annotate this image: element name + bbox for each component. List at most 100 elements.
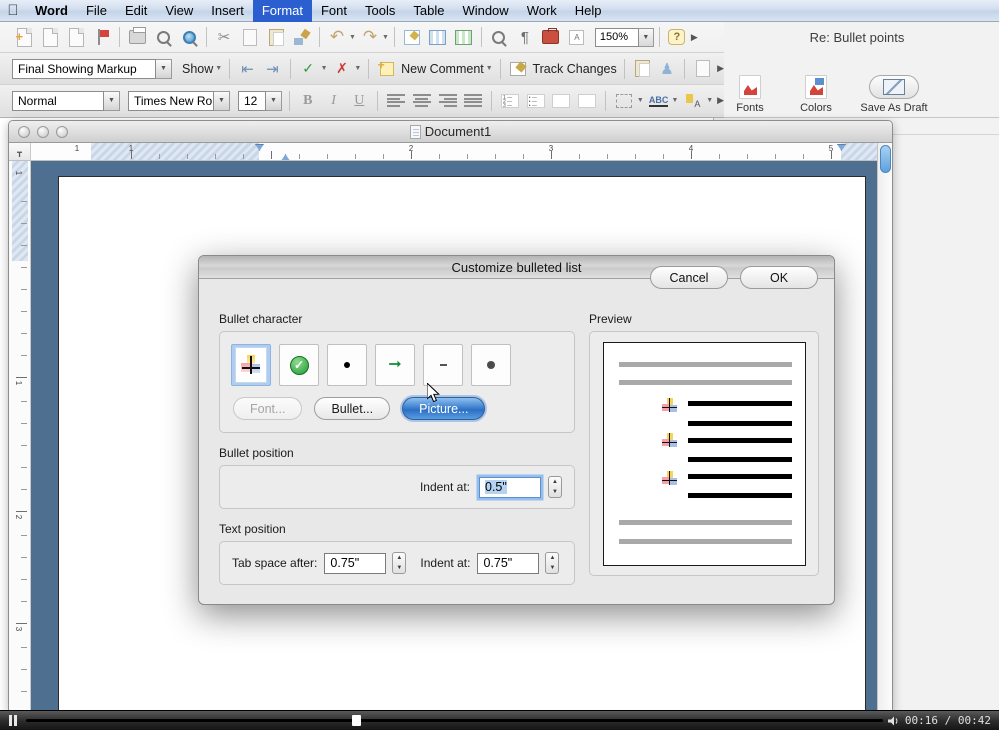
new-document-icon[interactable]: + [12,25,36,49]
accept-change-icon[interactable]: ✓ [298,57,319,81]
dash-bullet-swatch[interactable] [423,344,463,386]
font-value[interactable]: Times New Ro [128,90,214,111]
text-indent-input[interactable]: 0.75" [477,552,540,574]
share-icon[interactable] [692,57,713,81]
scrubber-thumb[interactable] [351,715,361,726]
hanging-indent-marker[interactable] [281,154,290,160]
document-title-bar[interactable]: Document1 [9,121,892,143]
tab-stop-selector[interactable]: ┳ [9,143,31,160]
font-size-value[interactable]: 12 [238,90,266,111]
increase-indent-icon[interactable] [576,89,598,113]
video-control-bar[interactable]: 00:16 / 00:42 [0,710,999,730]
menu-item-font[interactable]: Font [312,0,356,22]
redo-dropdown-icon[interactable]: ▼ [382,34,389,41]
formatting-palette-icon[interactable]: A [565,25,589,49]
menu-item-work[interactable]: Work [518,0,566,22]
comment-icon[interactable] [376,57,397,81]
dot-bullet-swatch[interactable] [327,344,367,386]
insert-table-icon[interactable] [426,25,450,49]
mail-save-draft-button[interactable]: Save As Draft [852,72,936,114]
display-for-review-caret-icon[interactable]: ▼ [156,58,172,79]
next-change-icon[interactable]: ⇥ [262,57,283,81]
vertical-ruler[interactable]: 1 1 2 3 [9,161,31,711]
reject-caret-icon[interactable]: ▼ [354,65,361,72]
borders-caret-icon[interactable]: ▼ [637,97,644,104]
customize-bulleted-list-dialog[interactable]: Customize bulleted list Bullet character… [198,255,835,605]
document-vertical-scrollbar[interactable] [877,143,892,711]
previous-change-icon[interactable]: ⇤ [237,57,258,81]
show-menu[interactable]: Show [182,62,213,76]
apple-menu[interactable]:  [0,3,26,18]
display-for-review-value[interactable]: Final Showing Markup [12,58,156,79]
ruler-track[interactable]: 1 2 3 4 5 1 [31,143,879,160]
style-value[interactable]: Normal [12,90,104,111]
reject-change-icon[interactable]: ✗ [332,57,353,81]
paste-icon[interactable] [264,25,288,49]
font-size-caret-icon[interactable]: ▼ [266,90,282,111]
cancel-button[interactable]: Cancel [650,266,728,289]
style-caret-icon[interactable]: ▼ [104,90,120,111]
zoom-control[interactable]: 150% ▼ [594,27,654,47]
bullet-indent-input[interactable]: 0.5" [479,476,541,498]
new-comment-caret-icon[interactable]: ▼ [486,65,493,72]
copy-icon[interactable] [238,25,262,49]
horizontal-ruler[interactable]: ┳ 1 2 3 4 5 1 [9,143,892,161]
bullet-button[interactable]: Bullet... [314,397,391,420]
menu-item-edit[interactable]: Edit [116,0,156,22]
style-combo[interactable]: Normal ▼ [12,90,120,111]
scrollbar-thumb[interactable] [880,145,891,173]
reviewing-overflow-icon[interactable]: ▶ [717,63,724,74]
menu-item-file[interactable]: File [77,0,116,22]
drawing-icon[interactable] [400,25,424,49]
undo-dropdown-icon[interactable]: ▼ [349,34,356,41]
font-button[interactable]: Font... [233,397,303,420]
menu-item-help[interactable]: Help [566,0,611,22]
new-comment-button[interactable]: New Comment [401,62,484,76]
zoom-value[interactable]: 150% [594,27,639,47]
reviewer-icon[interactable]: ♟ [657,57,678,81]
help-icon[interactable]: ? [665,25,689,49]
cut-icon[interactable]: ✂ [212,25,236,49]
menu-item-table[interactable]: Table [404,0,453,22]
align-justify-icon[interactable] [462,89,484,113]
font-size-combo[interactable]: 12 ▼ [238,90,282,111]
columns-icon[interactable] [452,25,476,49]
arrow-bullet-swatch[interactable]: ➞ [375,344,415,386]
align-left-icon[interactable] [385,89,407,113]
menu-item-word[interactable]: Word [26,0,77,22]
open-document-icon[interactable] [38,25,62,49]
picture-button[interactable]: Picture... [402,397,486,420]
circle-bullet-swatch[interactable] [471,344,511,386]
show-paragraph-marks-icon[interactable]: ¶ [513,25,537,49]
video-scrubber[interactable] [26,711,883,730]
display-for-review-combo[interactable]: Final Showing Markup ▼ [12,58,172,79]
ok-button[interactable]: OK [740,266,818,289]
menu-item-tools[interactable]: Tools [356,0,404,22]
font-caret-icon[interactable]: ▼ [214,90,230,111]
menu-item-view[interactable]: View [156,0,202,22]
send-to-mail-icon[interactable] [632,57,653,81]
navigation-pane-icon[interactable] [487,25,511,49]
numbered-list-icon[interactable]: 1 —2 —3 — [499,89,521,113]
mail-fonts-button[interactable]: Fonts [720,72,780,114]
undo-icon[interactable]: ↶ [325,25,349,49]
zoom-dropdown-icon[interactable]: ▼ [638,27,654,47]
tab-space-input[interactable]: 0.75" [324,552,387,574]
text-indent-stepper[interactable]: ▲ ▼ [545,552,560,574]
borders-icon[interactable] [613,89,635,113]
checkmark-bullet-swatch[interactable]: ✓ [279,344,319,386]
bold-button[interactable]: B [297,89,319,113]
menu-item-format[interactable]: Format [252,0,312,22]
spelling-caret-icon[interactable]: ▼ [672,97,679,104]
decrease-indent-icon[interactable] [551,89,573,113]
show-caret-icon[interactable]: ▼ [215,65,222,72]
print-icon[interactable] [125,25,149,49]
spelling-icon[interactable]: ABC [648,89,670,113]
mail-colors-button[interactable]: Colors [786,72,846,114]
align-center-icon[interactable] [411,89,433,113]
track-changes-icon[interactable] [508,57,529,81]
underline-button[interactable]: U [348,89,370,113]
picture-bullet-swatch[interactable] [231,344,271,386]
menu-item-window[interactable]: Window [453,0,517,22]
menu-item-insert[interactable]: Insert [202,0,253,22]
